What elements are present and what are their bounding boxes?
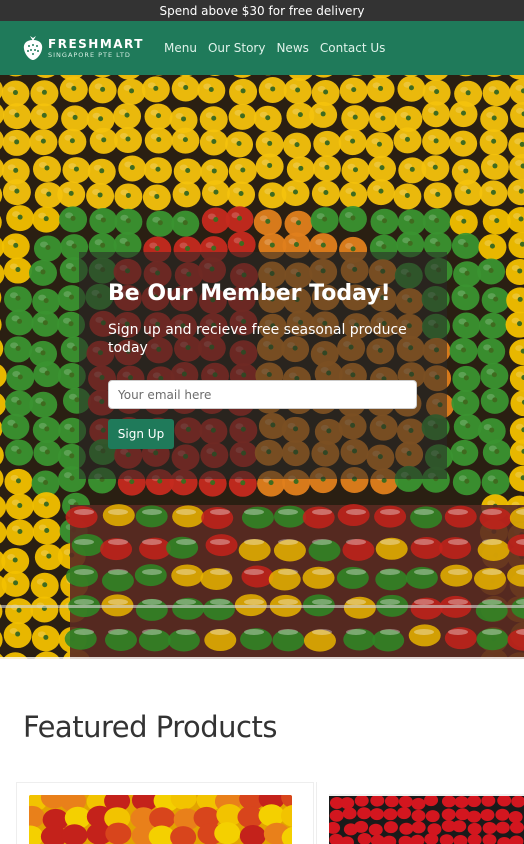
promo-bar: Spend above $30 for free delivery: [0, 0, 524, 21]
navbar: FRESHMART SINGAPORE PTE LTD Menu Our Sto…: [0, 21, 524, 75]
member-title: Be Our Member Today!: [108, 281, 391, 306]
email-input[interactable]: [108, 380, 417, 409]
product-card[interactable]: [316, 782, 524, 844]
member-subtitle: Sign up and recieve free seasonal produc…: [108, 322, 407, 356]
nav-item-contact-us[interactable]: Contact Us: [320, 41, 386, 55]
nav-item-news[interactable]: News: [276, 41, 308, 55]
sign-up-button[interactable]: Sign Up: [108, 419, 174, 449]
member-signup-panel: Be Our Member Today! Sign up and recieve…: [79, 252, 447, 479]
product-image-peppers: [29, 795, 292, 844]
hero-section: Be Our Member Today! Sign up and recieve…: [0, 75, 524, 659]
promo-text: Spend above $30 for free delivery: [159, 3, 365, 18]
brand-tagline: SINGAPORE PTE LTD: [48, 50, 131, 59]
brand-name: FRESHMART: [48, 36, 144, 51]
product-card[interactable]: [16, 782, 314, 844]
brand-logo[interactable]: FRESHMART SINGAPORE PTE LTD: [22, 35, 144, 61]
product-image-strawberries: [329, 794, 524, 844]
strawberry-icon: [23, 36, 43, 60]
featured-products-title: Featured Products: [23, 710, 277, 744]
nav-item-menu[interactable]: Menu: [164, 41, 197, 55]
nav-links: Menu Our Story News Contact Us: [164, 21, 396, 75]
nav-item-our-story[interactable]: Our Story: [208, 41, 266, 55]
